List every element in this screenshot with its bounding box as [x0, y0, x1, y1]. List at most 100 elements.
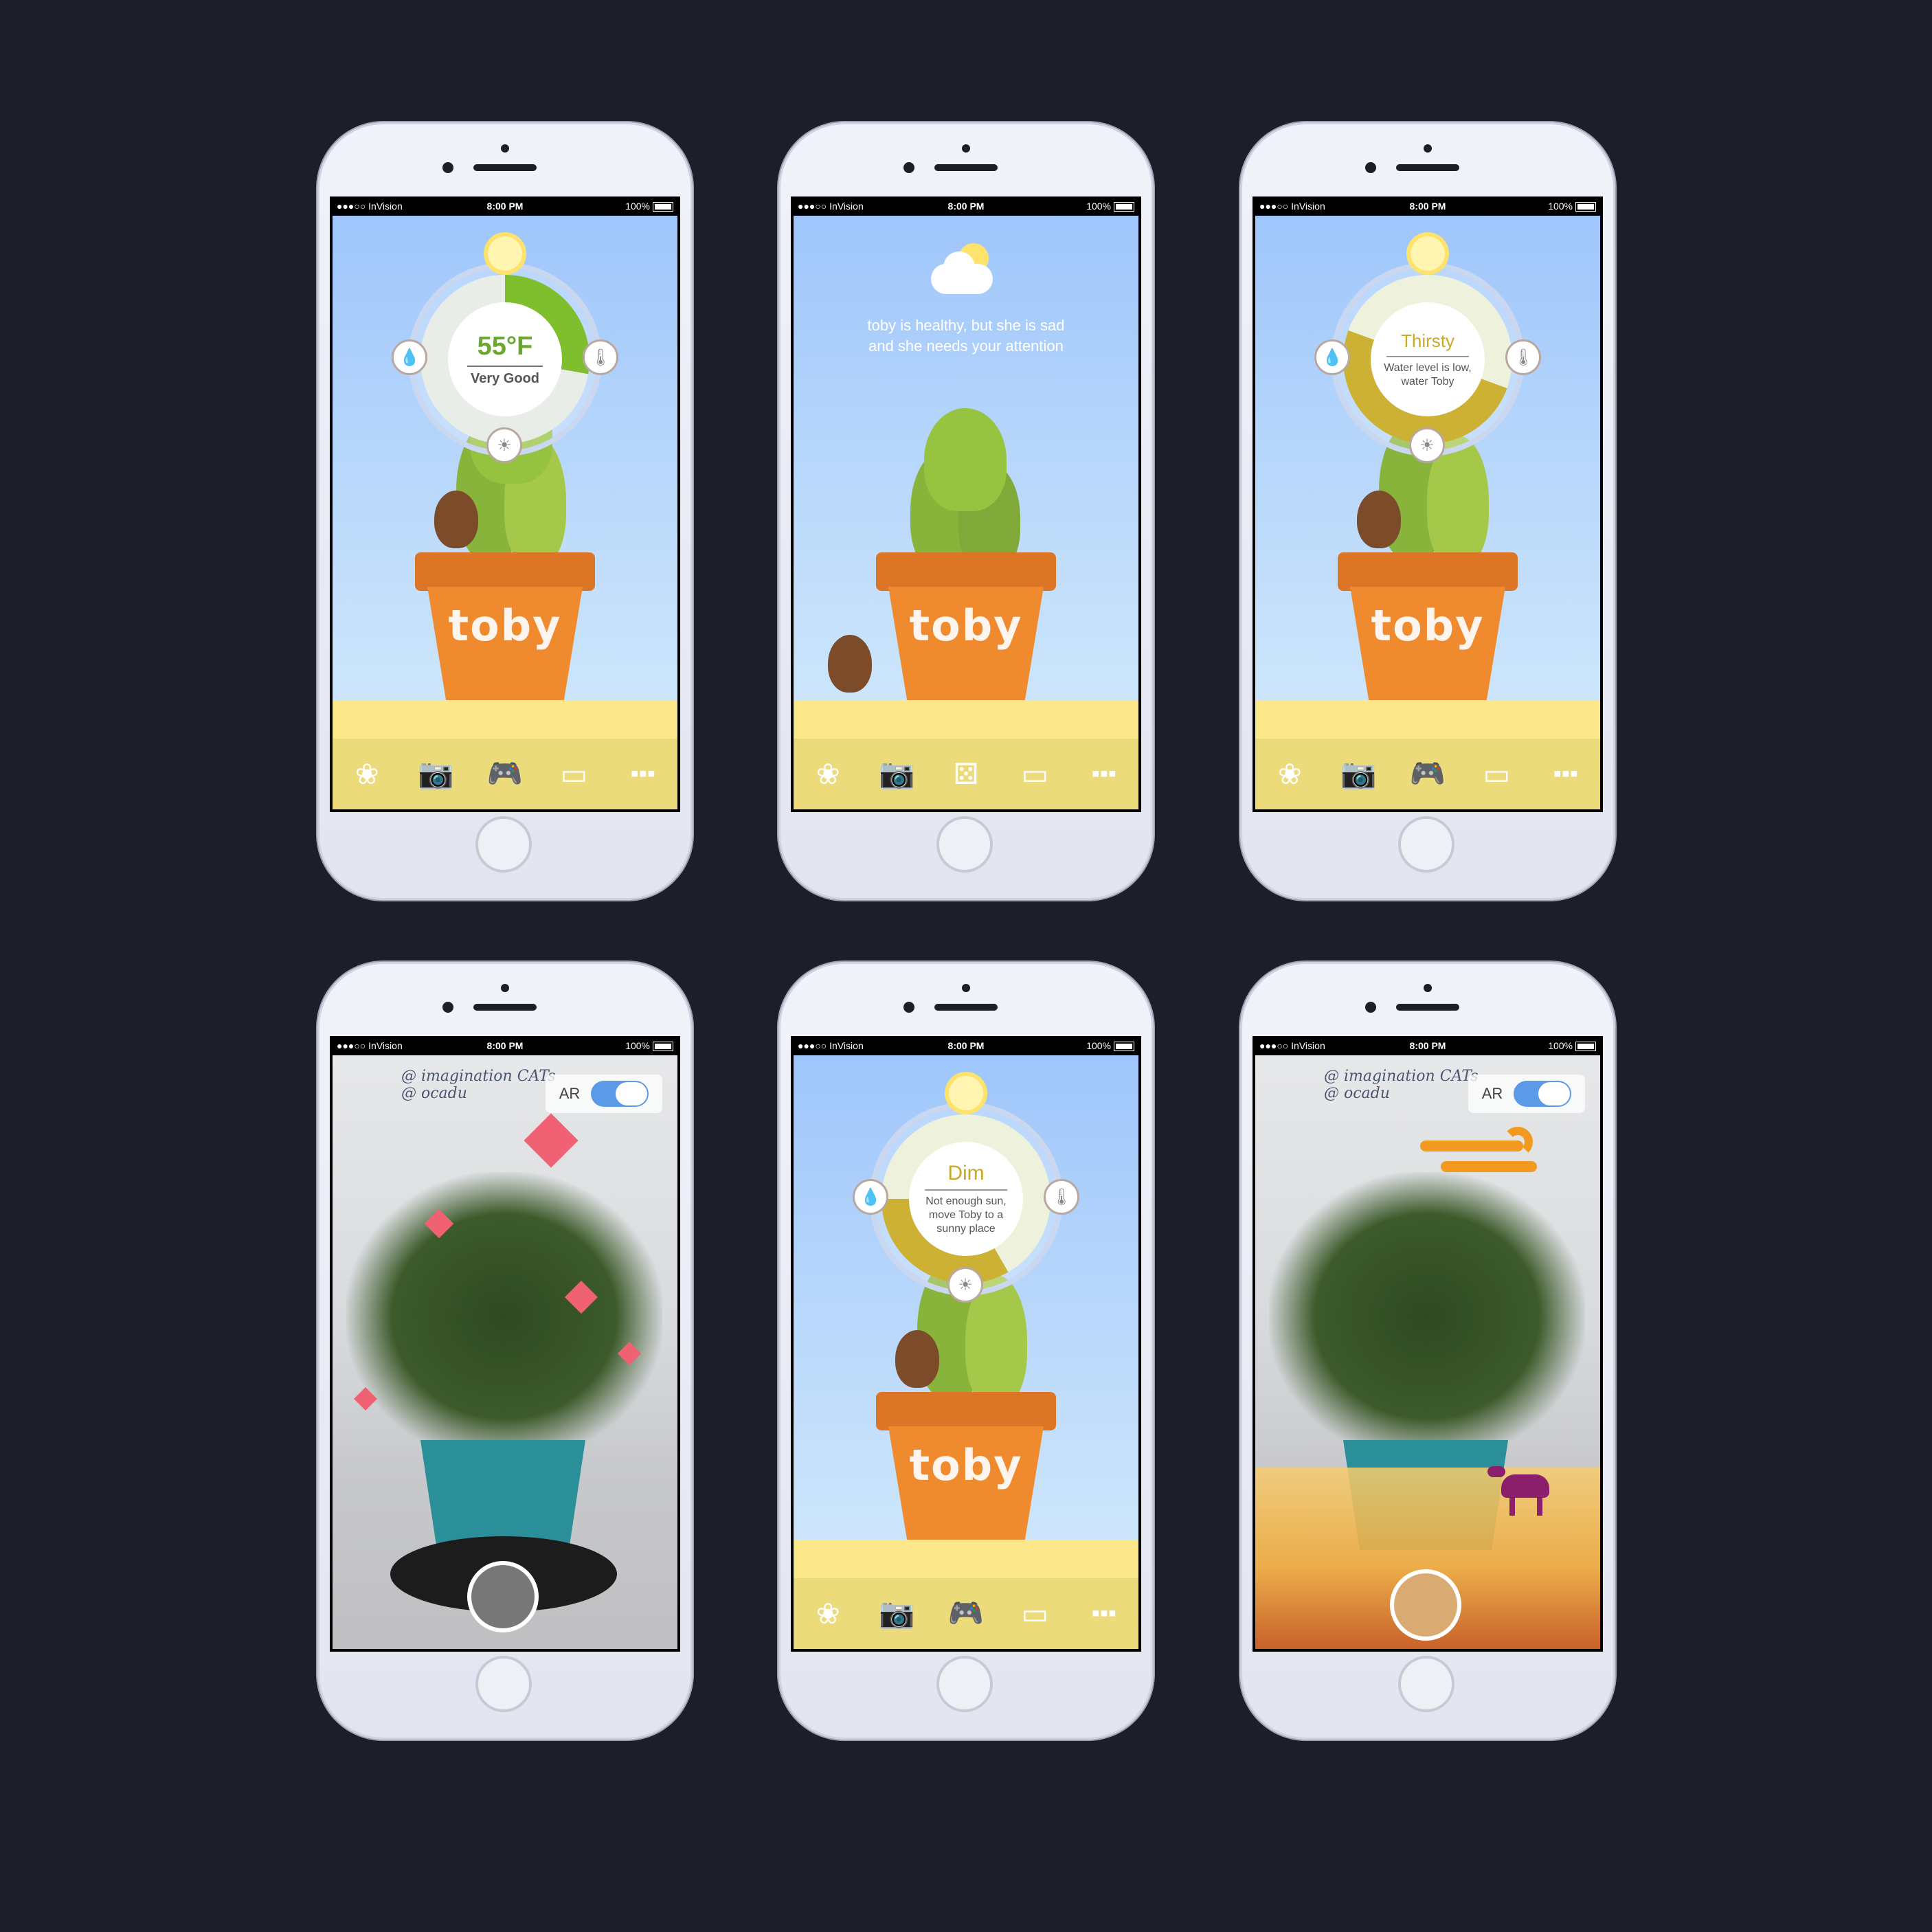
- tab-more[interactable]: ▪▪▪: [622, 754, 664, 795]
- screen: ●●●○○ InVision 8:00 PM 100% @ imaginatio…: [330, 1036, 680, 1652]
- water-icon[interactable]: 💧: [1314, 339, 1350, 375]
- tab-notes[interactable]: ▭: [1014, 1593, 1055, 1635]
- light-icon[interactable]: ☀: [486, 427, 522, 463]
- clock: 8:00 PM: [947, 1040, 985, 1051]
- plant-thirsty-screen: Thirsty Water level is low, water Toby 💧…: [1255, 216, 1600, 809]
- camera-icon: 📷: [418, 757, 454, 789]
- status-bar: ●●●○○ InVision 8:00 PM 100%: [791, 196, 1141, 216]
- front-camera: [442, 1002, 453, 1013]
- ground: [1255, 700, 1600, 739]
- ar-switch[interactable]: [1514, 1081, 1572, 1107]
- tab-game[interactable]: ⚄: [945, 754, 987, 795]
- tab-plant[interactable]: ❀: [807, 754, 849, 795]
- tab-game[interactable]: 🎮: [484, 754, 526, 795]
- water-icon[interactable]: 💧: [392, 339, 427, 375]
- more-icon: ▪▪▪: [630, 761, 655, 787]
- earpiece: [473, 164, 537, 171]
- plant-sad-screen: toby is healthy, but she is sad and she …: [794, 216, 1138, 809]
- ground: [333, 700, 677, 739]
- screen: ●●●○○ InVision 8:00 PM 100% @ imaginatio…: [1253, 1036, 1603, 1652]
- tab-notes[interactable]: ▭: [553, 754, 594, 795]
- plant-dim-screen: Dim Not enough sun, move Toby to a sunny…: [794, 1055, 1138, 1649]
- whiteboard-writing: @ imagination CATs @ ocadu: [401, 1068, 556, 1102]
- tab-plant[interactable]: ❀: [807, 1593, 849, 1635]
- tab-camera[interactable]: 📷: [1338, 754, 1380, 795]
- divider: [467, 366, 543, 367]
- home-button[interactable]: [936, 1656, 993, 1712]
- front-sensor: [501, 144, 509, 153]
- camel-icon: [1487, 1461, 1563, 1516]
- temperature-readout: 55°F: [477, 332, 533, 361]
- phone-1: ●●●○○ InVision 8:00 PM 100% 55°F Very Go…: [317, 122, 693, 900]
- wind-icon: [1420, 1127, 1537, 1195]
- tab-bar: ❀ 📷 🎮 ▭ ▪▪▪: [1255, 739, 1600, 809]
- front-camera: [1365, 1002, 1376, 1013]
- front-sensor: [1424, 984, 1432, 992]
- ar-switch[interactable]: [591, 1081, 649, 1107]
- sun-icon: [1411, 236, 1445, 271]
- tab-game[interactable]: 🎮: [1407, 754, 1448, 795]
- screen: ●●●○○ InVision 8:00 PM 100% Dim Not enou…: [791, 1036, 1141, 1652]
- plant-icon: ❀: [1277, 758, 1302, 790]
- tab-notes[interactable]: ▭: [1014, 754, 1055, 795]
- thermometer-icon[interactable]: 🌡: [1505, 339, 1541, 375]
- tab-more[interactable]: ▪▪▪: [1083, 1593, 1125, 1635]
- ar-label: AR: [559, 1085, 581, 1102]
- battery-icon: [653, 202, 673, 212]
- phone-3: ●●●○○ InVision 8:00 PM 100% Thirsty Wate…: [1240, 122, 1615, 900]
- clock: 8:00 PM: [1409, 1040, 1446, 1051]
- tab-bar: ❀ 📷 ⚄ ▭ ▪▪▪: [794, 739, 1138, 809]
- plant-home: 55°F Very Good 💧 🌡 ☀ toby ❀ 📷 🎮 ▭ ▪▪▪: [333, 216, 677, 809]
- home-button[interactable]: [1398, 816, 1454, 873]
- phone-6: ●●●○○ InVision 8:00 PM 100% @ imaginatio…: [1240, 962, 1615, 1740]
- ground: [794, 700, 1138, 739]
- tab-camera[interactable]: 📷: [877, 1593, 918, 1635]
- plant-name: toby: [1371, 600, 1485, 651]
- tab-more[interactable]: ▪▪▪: [1083, 754, 1125, 795]
- home-button[interactable]: [475, 1656, 532, 1712]
- ar-desert-view: @ imagination CATs @ ocadu AR: [1255, 1055, 1600, 1649]
- acorn-character: [895, 1330, 939, 1388]
- home-button[interactable]: [936, 816, 993, 873]
- clock: 8:00 PM: [486, 201, 524, 212]
- state-detail: Water level is low, water Toby: [1384, 361, 1472, 387]
- light-icon[interactable]: ☀: [947, 1267, 983, 1303]
- ar-toggle[interactable]: AR: [546, 1075, 662, 1113]
- earpiece: [473, 1004, 537, 1011]
- phone-5: ●●●○○ InVision 8:00 PM 100% Dim Not enou…: [778, 962, 1154, 1740]
- clock: 8:00 PM: [486, 1040, 524, 1051]
- acorn-character: [1357, 491, 1401, 548]
- thermometer-icon[interactable]: 🌡: [583, 339, 618, 375]
- screen: ●●●○○ InVision 8:00 PM 100% 55°F Very Go…: [330, 196, 680, 812]
- pot-rim: [876, 552, 1056, 591]
- ar-toggle[interactable]: AR: [1468, 1075, 1585, 1113]
- front-sensor: [962, 144, 970, 153]
- tab-camera[interactable]: 📷: [416, 754, 457, 795]
- dial-center: Thirsty Water level is low, water Toby: [1371, 302, 1485, 416]
- light-icon[interactable]: ☀: [1409, 427, 1445, 463]
- plant-foliage: [1269, 1172, 1585, 1461]
- shutter-button[interactable]: [1390, 1569, 1461, 1641]
- water-icon[interactable]: 💧: [853, 1179, 888, 1215]
- divider: [925, 1189, 1007, 1191]
- tab-plant[interactable]: ❀: [346, 754, 387, 795]
- thermometer-icon[interactable]: 🌡: [1044, 1179, 1079, 1215]
- sun-icon: [949, 1076, 983, 1110]
- tab-more[interactable]: ▪▪▪: [1545, 754, 1586, 795]
- gamepad-icon: 🎮: [947, 1597, 985, 1629]
- front-camera: [1365, 162, 1376, 173]
- status-bar: ●●●○○ InVision 8:00 PM 100%: [1253, 196, 1603, 216]
- front-camera: [903, 162, 914, 173]
- tab-game[interactable]: 🎮: [945, 1593, 987, 1635]
- home-button[interactable]: [475, 816, 532, 873]
- tab-camera[interactable]: 📷: [877, 754, 918, 795]
- home-button[interactable]: [1398, 1656, 1454, 1712]
- camera-icon: 📷: [879, 1597, 915, 1629]
- battery-icon: [1114, 1042, 1134, 1052]
- state-detail: Not enough sun, move Toby to a sunny pla…: [925, 1195, 1007, 1235]
- note-icon: ▭: [560, 758, 588, 790]
- divider: [1386, 355, 1469, 357]
- shutter-button[interactable]: [467, 1561, 539, 1632]
- tab-plant[interactable]: ❀: [1269, 754, 1310, 795]
- tab-notes[interactable]: ▭: [1476, 754, 1517, 795]
